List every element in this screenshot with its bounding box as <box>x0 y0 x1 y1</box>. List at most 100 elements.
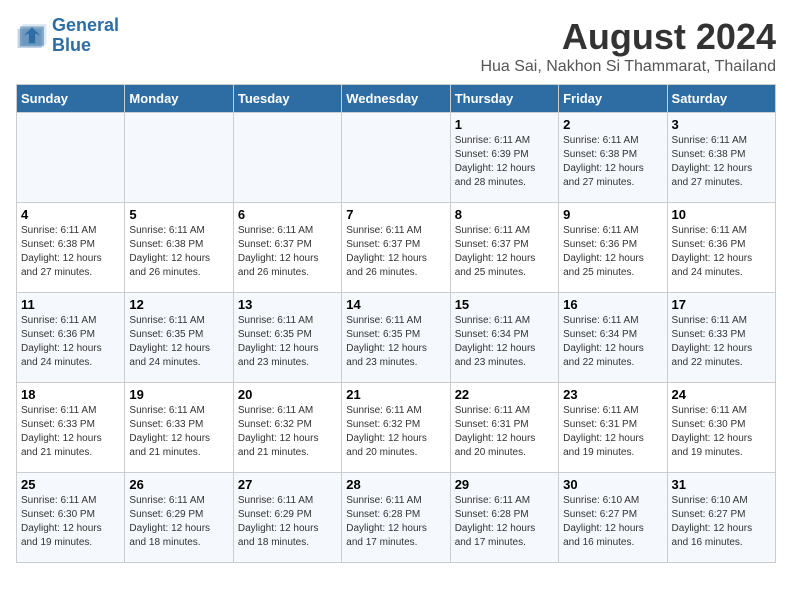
day-number: 2 <box>563 117 662 132</box>
calendar-week-1: 1Sunrise: 6:11 AM Sunset: 6:39 PM Daylig… <box>17 113 776 203</box>
day-number: 6 <box>238 207 337 222</box>
logo: General Blue <box>16 16 119 56</box>
header-cell-sunday: Sunday <box>17 85 125 113</box>
day-info: Sunrise: 6:10 AM Sunset: 6:27 PM Dayligh… <box>563 494 662 550</box>
header-cell-thursday: Thursday <box>450 85 558 113</box>
day-number: 24 <box>672 387 771 402</box>
calendar-cell: 31Sunrise: 6:10 AM Sunset: 6:27 PM Dayli… <box>667 473 775 563</box>
calendar-cell: 21 Sunrise: 6:11 AM Sunset: 6:32 PM Dayli… <box>342 383 450 473</box>
day-info: Sunrise: 6:11 AM Sunset: 6:33 PM Dayligh… <box>21 404 120 460</box>
calendar-cell: 9 Sunrise: 6:11 AM Sunset: 6:36 PM Daylig… <box>559 203 667 293</box>
day-number: 29 <box>455 477 554 492</box>
day-number: 19 <box>129 387 228 402</box>
day-number: 26 <box>129 477 228 492</box>
day-number: 9 <box>563 207 662 222</box>
day-info: Sunrise: 6:11 AM Sunset: 6:38 PM Dayligh… <box>129 224 228 280</box>
day-number: 3 <box>672 117 771 132</box>
calendar-cell: 16 Sunrise: 6:11 AM Sunset: 6:34 PM Dayli… <box>559 293 667 383</box>
calendar-cell: 11 Sunrise: 6:11 AM Sunset: 6:36 PM Dayli… <box>17 293 125 383</box>
calendar-cell: 10 Sunrise: 6:11 AM Sunset: 6:36 PM Dayli… <box>667 203 775 293</box>
title-area: August 2024 Hua Sai, Nakhon Si Thammarat… <box>480 16 776 76</box>
day-info: Sunrise: 6:11 AM Sunset: 6:30 PM Dayligh… <box>672 404 771 460</box>
day-info: Sunrise: 6:11 AM Sunset: 6:36 PM Dayligh… <box>672 224 771 280</box>
day-info: Sunrise: 6:11 AM Sunset: 6:32 PM Dayligh… <box>346 404 445 460</box>
calendar-cell: 25Sunrise: 6:11 AM Sunset: 6:30 PM Dayli… <box>17 473 125 563</box>
day-number: 13 <box>238 297 337 312</box>
day-number: 4 <box>21 207 120 222</box>
day-info: Sunrise: 6:11 AM Sunset: 6:38 PM Dayligh… <box>21 224 120 280</box>
day-number: 15 <box>455 297 554 312</box>
day-number: 11 <box>21 297 120 312</box>
day-info: Sunrise: 6:11 AM Sunset: 6:29 PM Dayligh… <box>238 494 337 550</box>
day-info: Sunrise: 6:11 AM Sunset: 6:35 PM Dayligh… <box>129 314 228 370</box>
day-info: Sunrise: 6:11 AM Sunset: 6:36 PM Dayligh… <box>21 314 120 370</box>
header-cell-monday: Monday <box>125 85 233 113</box>
day-number: 17 <box>672 297 771 312</box>
calendar-table: SundayMondayTuesdayWednesdayThursdayFrid… <box>16 84 776 563</box>
calendar-cell <box>233 113 341 203</box>
calendar-cell <box>125 113 233 203</box>
calendar-cell: 22 Sunrise: 6:11 AM Sunset: 6:31 PM Dayli… <box>450 383 558 473</box>
calendar-cell: 13 Sunrise: 6:11 AM Sunset: 6:35 PM Dayli… <box>233 293 341 383</box>
calendar-cell: 2 Sunrise: 6:11 AM Sunset: 6:38 PM Daylig… <box>559 113 667 203</box>
calendar-week-2: 4 Sunrise: 6:11 AM Sunset: 6:38 PM Daylig… <box>17 203 776 293</box>
day-info: Sunrise: 6:11 AM Sunset: 6:31 PM Dayligh… <box>563 404 662 460</box>
day-number: 22 <box>455 387 554 402</box>
day-info: Sunrise: 6:11 AM Sunset: 6:29 PM Dayligh… <box>129 494 228 550</box>
day-info: Sunrise: 6:11 AM Sunset: 6:36 PM Dayligh… <box>563 224 662 280</box>
day-info: Sunrise: 6:11 AM Sunset: 6:34 PM Dayligh… <box>455 314 554 370</box>
day-info: Sunrise: 6:11 AM Sunset: 6:32 PM Dayligh… <box>238 404 337 460</box>
day-number: 18 <box>21 387 120 402</box>
day-info: Sunrise: 6:11 AM Sunset: 6:31 PM Dayligh… <box>455 404 554 460</box>
day-info: Sunrise: 6:11 AM Sunset: 6:33 PM Dayligh… <box>672 314 771 370</box>
day-info: Sunrise: 6:11 AM Sunset: 6:35 PM Dayligh… <box>346 314 445 370</box>
calendar-cell: 30 Sunrise: 6:10 AM Sunset: 6:27 PM Dayli… <box>559 473 667 563</box>
header-row: SundayMondayTuesdayWednesdayThursdayFrid… <box>17 85 776 113</box>
calendar-cell <box>17 113 125 203</box>
calendar-cell: 1Sunrise: 6:11 AM Sunset: 6:39 PM Daylig… <box>450 113 558 203</box>
day-number: 21 <box>346 387 445 402</box>
day-number: 12 <box>129 297 228 312</box>
day-number: 8 <box>455 207 554 222</box>
logo-line2: Blue <box>52 35 91 55</box>
logo-icon <box>16 22 48 50</box>
day-info: Sunrise: 6:11 AM Sunset: 6:28 PM Dayligh… <box>346 494 445 550</box>
calendar-cell: 19 Sunrise: 6:11 AM Sunset: 6:33 PM Dayli… <box>125 383 233 473</box>
day-number: 14 <box>346 297 445 312</box>
header-cell-saturday: Saturday <box>667 85 775 113</box>
header-cell-friday: Friday <box>559 85 667 113</box>
day-number: 7 <box>346 207 445 222</box>
calendar-week-3: 11 Sunrise: 6:11 AM Sunset: 6:36 PM Dayli… <box>17 293 776 383</box>
day-info: Sunrise: 6:11 AM Sunset: 6:35 PM Dayligh… <box>238 314 337 370</box>
calendar-cell: 15 Sunrise: 6:11 AM Sunset: 6:34 PM Dayli… <box>450 293 558 383</box>
day-number: 1 <box>455 117 554 132</box>
calendar-cell: 28Sunrise: 6:11 AM Sunset: 6:28 PM Dayli… <box>342 473 450 563</box>
day-info: Sunrise: 6:11 AM Sunset: 6:37 PM Dayligh… <box>455 224 554 280</box>
day-info: Sunrise: 6:11 AM Sunset: 6:28 PM Dayligh… <box>455 494 554 550</box>
calendar-cell: 23 Sunrise: 6:11 AM Sunset: 6:31 PM Dayli… <box>559 383 667 473</box>
calendar-cell: 5 Sunrise: 6:11 AM Sunset: 6:38 PM Daylig… <box>125 203 233 293</box>
calendar-cell: 7Sunrise: 6:11 AM Sunset: 6:37 PM Daylig… <box>342 203 450 293</box>
calendar-cell: 6Sunrise: 6:11 AM Sunset: 6:37 PM Daylig… <box>233 203 341 293</box>
day-number: 10 <box>672 207 771 222</box>
day-number: 20 <box>238 387 337 402</box>
day-number: 5 <box>129 207 228 222</box>
day-number: 30 <box>563 477 662 492</box>
page-header: General Blue August 2024 Hua Sai, Nakhon… <box>16 16 776 76</box>
calendar-cell: 17 Sunrise: 6:11 AM Sunset: 6:33 PM Dayli… <box>667 293 775 383</box>
day-info: Sunrise: 6:11 AM Sunset: 6:33 PM Dayligh… <box>129 404 228 460</box>
day-info: Sunrise: 6:11 AM Sunset: 6:34 PM Dayligh… <box>563 314 662 370</box>
day-number: 23 <box>563 387 662 402</box>
day-info: Sunrise: 6:11 AM Sunset: 6:30 PM Dayligh… <box>21 494 120 550</box>
calendar-cell: 27Sunrise: 6:11 AM Sunset: 6:29 PM Dayli… <box>233 473 341 563</box>
calendar-cell: 14 Sunrise: 6:11 AM Sunset: 6:35 PM Dayli… <box>342 293 450 383</box>
calendar-cell: 8 Sunrise: 6:11 AM Sunset: 6:37 PM Daylig… <box>450 203 558 293</box>
day-info: Sunrise: 6:11 AM Sunset: 6:38 PM Dayligh… <box>672 134 771 190</box>
calendar-cell <box>342 113 450 203</box>
day-info: Sunrise: 6:11 AM Sunset: 6:38 PM Dayligh… <box>563 134 662 190</box>
header-cell-tuesday: Tuesday <box>233 85 341 113</box>
logo-line1: General <box>52 15 119 35</box>
day-number: 31 <box>672 477 771 492</box>
day-number: 16 <box>563 297 662 312</box>
calendar-cell: 20 Sunrise: 6:11 AM Sunset: 6:32 PM Dayli… <box>233 383 341 473</box>
